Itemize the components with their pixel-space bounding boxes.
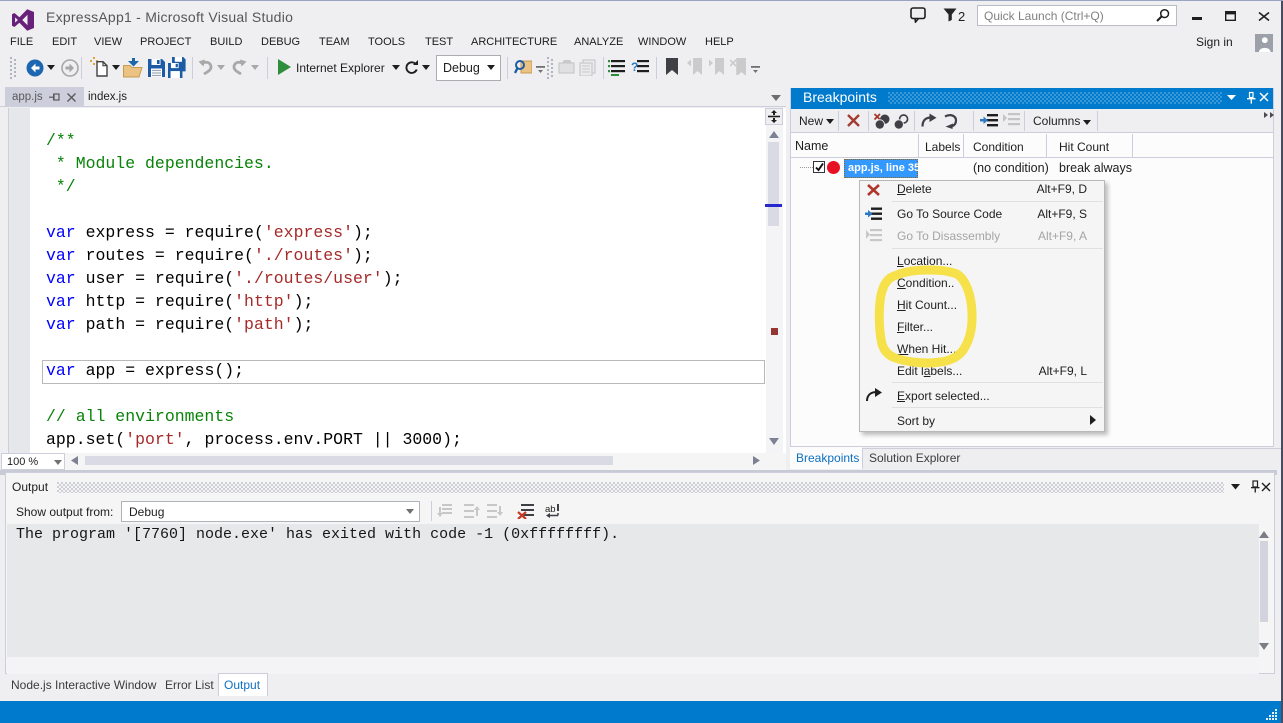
svg-text:ab: ab	[545, 504, 556, 515]
svg-text:?: ?	[631, 60, 638, 74]
